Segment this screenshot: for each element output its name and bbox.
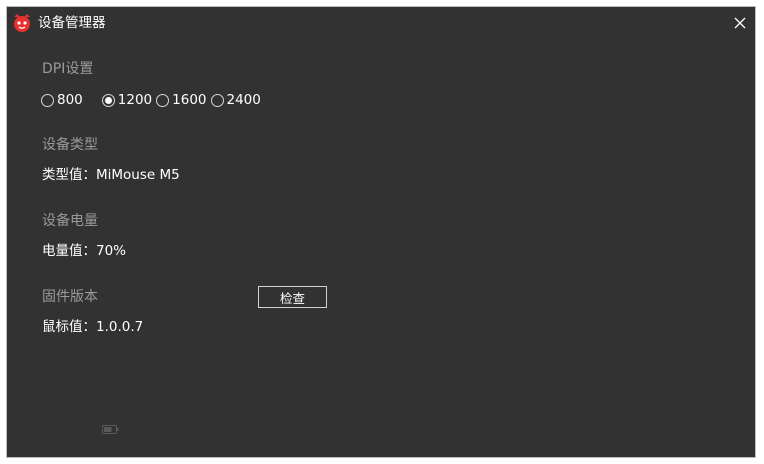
device-type-section-label: 设备类型 (42, 137, 98, 153)
dpi-option-800[interactable]: 800 (41, 91, 83, 109)
radio-button[interactable] (210, 93, 224, 107)
device-manager-window: 设备管理器 DPI设置 800 1200 1600 2400 设备类型 类型值：… (6, 6, 756, 458)
radio-button[interactable] (41, 93, 54, 107)
radio-button-selected[interactable] (101, 93, 115, 107)
battery-value: 电量值：70% (42, 243, 127, 259)
title-bar: 设备管理器 (7, 7, 755, 39)
dpi-option-2400[interactable]: 2400 (210, 91, 261, 109)
dpi-section-label: DPI设置 (42, 61, 94, 77)
check-firmware-button[interactable]: 检查 (258, 286, 327, 308)
firmware-value: 鼠标值：1.0.0.7 (42, 319, 144, 335)
dpi-option-label: 800 (57, 92, 83, 108)
close-icon (734, 17, 746, 29)
battery-section-label: 设备电量 (42, 213, 98, 229)
radio-button[interactable] (156, 93, 170, 107)
dpi-option-label: 2400 (226, 92, 261, 108)
dpi-option-1600[interactable]: 1600 (156, 91, 207, 109)
battery-icon (102, 425, 119, 434)
device-type-value: 类型值：MiMouse M5 (42, 167, 180, 183)
close-button[interactable] (727, 11, 753, 35)
dpi-option-1200[interactable]: 1200 (101, 91, 153, 109)
dpi-radio-group: 800 1200 1600 2400 (41, 90, 270, 110)
firmware-section-label: 固件版本 (42, 289, 98, 305)
dpi-option-label: 1200 (117, 92, 153, 108)
dpi-option-label: 1600 (172, 92, 207, 108)
window-title: 设备管理器 (38, 15, 106, 31)
app-logo-icon (14, 14, 30, 32)
radio-selected-dot (104, 96, 112, 104)
